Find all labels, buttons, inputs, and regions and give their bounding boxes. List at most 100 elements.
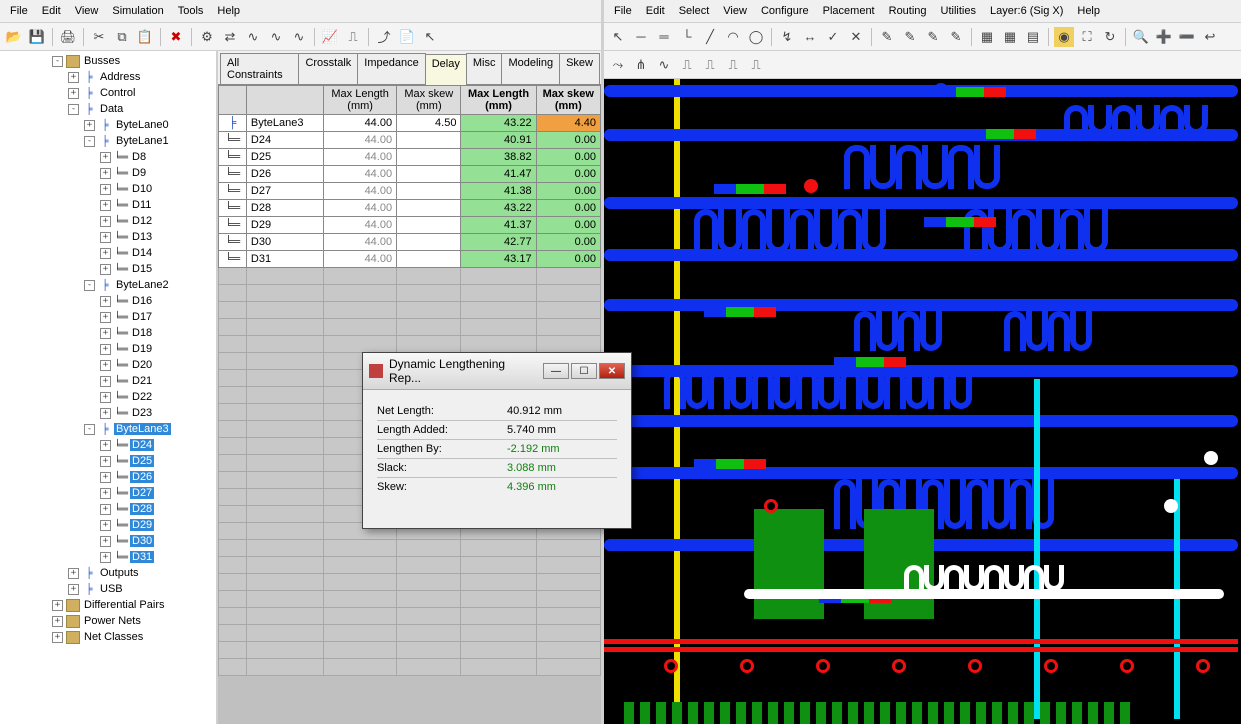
- grp3-icon[interactable]: ▤: [1023, 27, 1043, 47]
- tree-node-D18[interactable]: + ╘═ D18: [0, 325, 216, 341]
- tree-node-D22[interactable]: + ╘═ D22: [0, 389, 216, 405]
- tab-all[interactable]: All Constraints: [220, 53, 299, 84]
- zoomin-icon[interactable]: ➕: [1154, 27, 1174, 47]
- tree-node-D17[interactable]: + ╘═ D17: [0, 309, 216, 325]
- dialog-close-button[interactable]: ✕: [599, 363, 625, 379]
- tree-expander[interactable]: +: [84, 120, 95, 131]
- tree-expander[interactable]: +: [100, 536, 111, 547]
- highlight-icon[interactable]: ◉: [1054, 27, 1074, 47]
- rmenu-view[interactable]: View: [717, 3, 753, 19]
- tree-node-control[interactable]: + ╞ Control: [0, 85, 216, 101]
- route-icon[interactable]: ⤳: [608, 55, 628, 75]
- tree-node-D12[interactable]: + ╘═ D12: [0, 213, 216, 229]
- rmenu-placement[interactable]: Placement: [817, 3, 881, 19]
- tree-expander[interactable]: +: [100, 216, 111, 227]
- tree-expander[interactable]: +: [100, 408, 111, 419]
- tree-expander[interactable]: +: [100, 488, 111, 499]
- dialog-titlebar[interactable]: Dynamic Lengthening Rep... — ☐ ✕: [363, 353, 631, 390]
- tree-expander[interactable]: +: [100, 456, 111, 467]
- tree-expander[interactable]: +: [100, 344, 111, 355]
- grid-row[interactable]: ╘═ D28 44.00 43.22 0.00: [219, 200, 601, 217]
- rmenu-select[interactable]: Select: [673, 3, 716, 19]
- tree-expander[interactable]: +: [52, 616, 63, 627]
- tree-expander[interactable]: +: [100, 264, 111, 275]
- tree-expander[interactable]: +: [68, 72, 79, 83]
- tree-node-diffpairs[interactable]: + Differential Pairs: [0, 597, 216, 613]
- tune5-icon[interactable]: ⎍: [746, 55, 766, 75]
- grp1-icon[interactable]: ▦: [977, 27, 997, 47]
- tab-misc[interactable]: Misc: [466, 53, 503, 84]
- open-icon[interactable]: 📂: [4, 27, 24, 47]
- tree-expander[interactable]: +: [52, 632, 63, 643]
- tree-node-D31[interactable]: + ╘═ D31: [0, 549, 216, 565]
- redraw-icon[interactable]: ↻: [1100, 27, 1120, 47]
- grid-row[interactable]: ╘═ D24 44.00 40.91 0.00: [219, 132, 601, 149]
- tree-expander[interactable]: -: [52, 56, 63, 67]
- tree-expander[interactable]: +: [100, 376, 111, 387]
- tree-node-D14[interactable]: + ╘═ D14: [0, 245, 216, 261]
- tree-node-D25[interactable]: + ╘═ D25: [0, 453, 216, 469]
- tree-node-bl2[interactable]: - ╞ ByteLane2: [0, 277, 216, 293]
- tune2-icon[interactable]: ⎍: [677, 55, 697, 75]
- edit2-icon[interactable]: ✎: [900, 27, 920, 47]
- tree-node-D30[interactable]: + ╘═ D30: [0, 533, 216, 549]
- tree-node-bl3[interactable]: - ╞ ByteLane3: [0, 421, 216, 437]
- rmenu-layer[interactable]: Layer:6 (Sig X): [984, 3, 1069, 19]
- tree-node-usb[interactable]: + ╞ USB: [0, 581, 216, 597]
- tree-expander[interactable]: -: [68, 104, 79, 115]
- tree-node-D16[interactable]: + ╘═ D16: [0, 293, 216, 309]
- menu-edit[interactable]: Edit: [36, 3, 67, 19]
- grid-row[interactable]: ╘═ D30 44.00 42.77 0.00: [219, 234, 601, 251]
- bus-icon[interactable]: ═: [654, 27, 674, 47]
- zoomlast-icon[interactable]: ↩: [1200, 27, 1220, 47]
- tree-node-address[interactable]: + ╞ Address: [0, 69, 216, 85]
- pointer-icon[interactable]: ↖: [608, 27, 628, 47]
- grid-row[interactable]: ╘═ D25 44.00 38.82 0.00: [219, 149, 601, 166]
- report-icon[interactable]: 📄: [397, 27, 417, 47]
- rmenu-routing[interactable]: Routing: [883, 3, 933, 19]
- wave3-icon[interactable]: ∿: [289, 27, 309, 47]
- menu-simulation[interactable]: Simulation: [106, 3, 169, 19]
- tree-expander[interactable]: +: [100, 168, 111, 179]
- line-icon[interactable]: ─: [631, 27, 651, 47]
- grp2-icon[interactable]: ▦: [1000, 27, 1020, 47]
- tree-node-D13[interactable]: + ╘═ D13: [0, 229, 216, 245]
- rmenu-file[interactable]: File: [608, 3, 638, 19]
- tune1-icon[interactable]: ∿: [654, 55, 674, 75]
- arc-icon[interactable]: ◠: [723, 27, 743, 47]
- menu-help[interactable]: Help: [211, 3, 246, 19]
- tree-expander[interactable]: +: [100, 312, 111, 323]
- check-icon[interactable]: ✓: [823, 27, 843, 47]
- tune3-icon[interactable]: ⎍: [700, 55, 720, 75]
- slide-icon[interactable]: ↔: [800, 27, 820, 47]
- tree-expander[interactable]: +: [68, 568, 79, 579]
- tree-expander[interactable]: +: [100, 552, 111, 563]
- tree-expander[interactable]: +: [100, 184, 111, 195]
- diag-icon[interactable]: ╱: [700, 27, 720, 47]
- fit-icon[interactable]: ⛶: [1077, 27, 1097, 47]
- tree-expander[interactable]: +: [68, 584, 79, 595]
- menu-file[interactable]: File: [4, 3, 34, 19]
- tree-node-D23[interactable]: + ╘═ D23: [0, 405, 216, 421]
- fanout-icon[interactable]: ⋔: [631, 55, 651, 75]
- dialog-maximize-button[interactable]: ☐: [571, 363, 597, 379]
- grid-row[interactable]: ╘═ D31 44.00 43.17 0.00: [219, 251, 601, 268]
- tree-expander[interactable]: +: [68, 88, 79, 99]
- tree-node-netclasses[interactable]: + Net Classes: [0, 629, 216, 645]
- tree-expander[interactable]: -: [84, 424, 95, 435]
- tree-expander[interactable]: +: [100, 472, 111, 483]
- tree-expander[interactable]: +: [100, 440, 111, 451]
- tree-expander[interactable]: +: [100, 392, 111, 403]
- tree-expander[interactable]: +: [52, 600, 63, 611]
- copy-icon[interactable]: ⧉: [112, 27, 132, 47]
- tree-expander[interactable]: +: [100, 296, 111, 307]
- tree-expander[interactable]: -: [84, 136, 95, 147]
- tree-node-D21[interactable]: + ╘═ D21: [0, 373, 216, 389]
- crosstalk-icon[interactable]: ⇄: [220, 27, 240, 47]
- rmenu-help[interactable]: Help: [1071, 3, 1106, 19]
- pcb-canvas[interactable]: [604, 79, 1241, 724]
- tree-node-D24[interactable]: + ╘═ D24: [0, 437, 216, 453]
- tree-node-D27[interactable]: + ╘═ D27: [0, 485, 216, 501]
- tree-expander[interactable]: -: [84, 280, 95, 291]
- tab-crosstalk[interactable]: Crosstalk: [298, 53, 358, 84]
